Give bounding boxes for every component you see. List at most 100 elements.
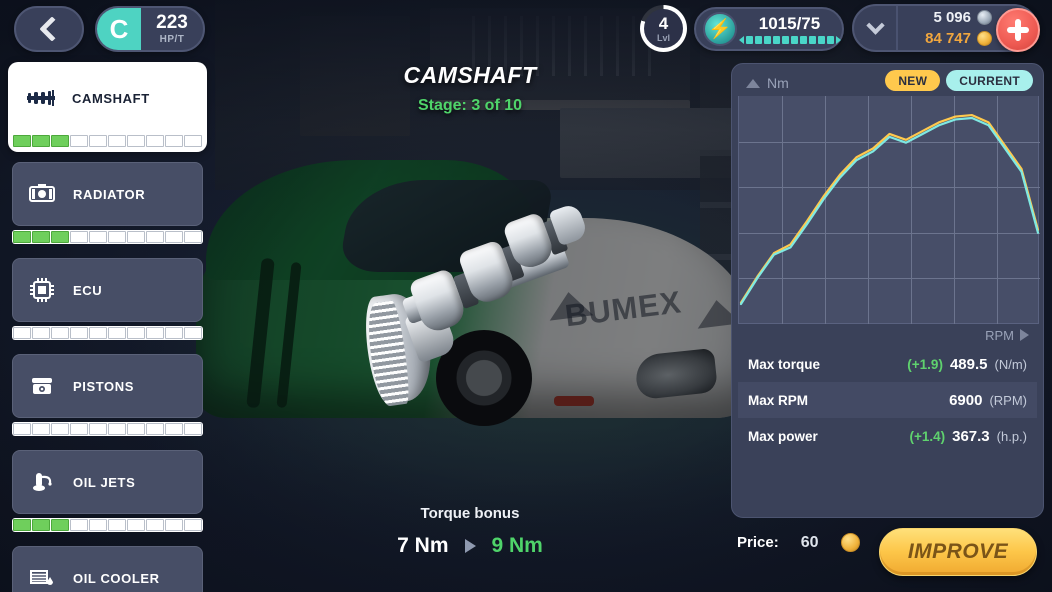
energy-indicator[interactable]: ⚡ 1015/75 [694,7,844,51]
sidebar-item-body: OIL JETS [12,450,203,514]
improve-button[interactable]: IMPROVE [879,528,1037,576]
price-block: Price: 60 [737,533,860,552]
stage-label: Stage: 3 of 10 [417,97,523,114]
pistons-progress-bar [12,422,203,436]
progress-segment [51,519,69,531]
chart-x-axis-label: RPM [738,324,1037,346]
progress-segment [165,231,183,243]
chart-header: Nm NEW CURRENT [738,70,1037,96]
stat-unit: (RPM) [989,392,1027,408]
sidebar-item-body: CAMSHAFT [12,66,203,130]
x-axis-unit: RPM [985,327,1014,343]
progress-segment [70,327,88,339]
gold-currency-row[interactable]: 84 747 [898,28,992,49]
sidebar-item-label: RADIATOR [73,186,146,202]
energy-segment-bar [738,35,841,44]
oil-cooler-icon [27,565,57,591]
chip-icon [27,277,57,303]
progress-segment [51,231,69,243]
add-currency-button[interactable] [996,8,1040,52]
progress-segment [70,135,88,147]
progress-segment [108,519,126,531]
torque-curve-chart [738,96,1040,324]
silver-amount: 5 096 [933,9,971,26]
sidebar-item-label: OIL JETS [73,474,136,490]
stat-unit: (N/m) [994,356,1028,372]
stat-value: 489.5 [949,355,988,373]
stat-row-max-rpm: Max RPM 6900 (RPM) [738,382,1037,418]
energy-segment [772,35,780,44]
chart-y-axis-label: Nm [738,75,789,91]
camshaft-icon [26,85,56,111]
energy-segment [826,35,834,44]
energy-segment [817,35,825,44]
progress-segment [13,231,31,243]
energy-segment [745,35,753,44]
piston-icon [27,373,57,399]
radiator-progress-bar [12,230,203,244]
camshaft-progress-bar [12,134,203,148]
progress-segment [146,327,164,339]
progress-segment [108,135,126,147]
energy-segment [781,35,789,44]
level-inner: 4 Lvl [644,9,683,48]
sidebar-item-radiator[interactable]: RADIATOR [8,158,207,248]
stat-row-max-torque: Max torque (+1.9) 489.5 (N/m) [738,346,1037,382]
segment-cap-left [738,35,744,44]
stat-label: Max torque [748,356,821,372]
gold-coin-icon [977,31,992,46]
progress-segment [108,327,126,339]
progress-segment [127,327,145,339]
energy-segment [799,35,807,44]
level-indicator[interactable]: 4 Lvl [640,5,687,52]
oil-jets-progress-bar [12,518,203,532]
level-value: 4 [658,13,669,33]
back-button[interactable] [14,6,84,52]
currency-bar: 5 096 84 747 [852,4,1040,52]
progress-segment [32,231,50,243]
torque-bonus-row: 7 Nm 9 Nm [215,534,725,558]
price-label: Price: [737,534,779,551]
progress-segment [32,327,50,339]
sidebar-item-ecu[interactable]: ECU [8,254,207,344]
progress-segment [184,231,202,243]
stat-label: Max power [748,428,818,444]
sidebar-item-label: OIL COOLER [73,570,160,586]
stat-value-group: 6900 (RPM) [942,392,1027,409]
sidebar-item-camshaft[interactable]: CAMSHAFT [8,62,207,152]
chart-svg [739,96,1040,324]
legend-current-badge[interactable]: CURRENT [946,70,1033,91]
energy-value: 1015/75 [758,13,821,33]
plus-icon [1015,19,1021,41]
progress-segment [127,135,145,147]
stat-label: Max RPM [748,392,809,408]
sidebar-item-body: ECU [12,258,203,322]
arrow-right-icon [464,539,476,553]
ecu-progress-bar [12,326,203,340]
progress-segment [13,135,31,147]
currency-expand-button[interactable] [854,6,898,50]
progress-segment [146,519,164,531]
lightning-bolt-icon: ⚡ [703,12,737,46]
sidebar-item-pistons[interactable]: PISTONS [8,350,207,440]
progress-segment [89,423,107,435]
progress-segment [165,423,183,435]
oil-jet-icon [27,469,57,495]
stats-panel: Nm NEW CURRENT RPM Max torque (+1.9) 489… [731,63,1044,518]
progress-segment [108,231,126,243]
sidebar-item-body: PISTONS [12,354,203,418]
price-amount: 60 [800,533,819,551]
improve-button-label: IMPROVE [907,540,1009,563]
progress-segment [32,135,50,147]
legend-new-badge[interactable]: NEW [885,70,941,91]
progress-segment [165,519,183,531]
silver-currency-row[interactable]: 5 096 [898,7,992,28]
sidebar-item-oil-cooler[interactable]: OIL COOLER [8,542,207,592]
sidebar-item-oil-jets[interactable]: OIL JETS [8,446,207,536]
stat-row-max-power: Max power (+1.4) 367.3 (h.p.) [738,418,1037,454]
segment-cap-right [835,35,841,44]
part-title-block: CAMSHAFT Stage: 3 of 10 [215,62,725,115]
car-class-badge[interactable]: C 223 HP/T [95,6,205,52]
progress-segment [184,135,202,147]
torque-new-value: 9 Nm [491,534,543,557]
